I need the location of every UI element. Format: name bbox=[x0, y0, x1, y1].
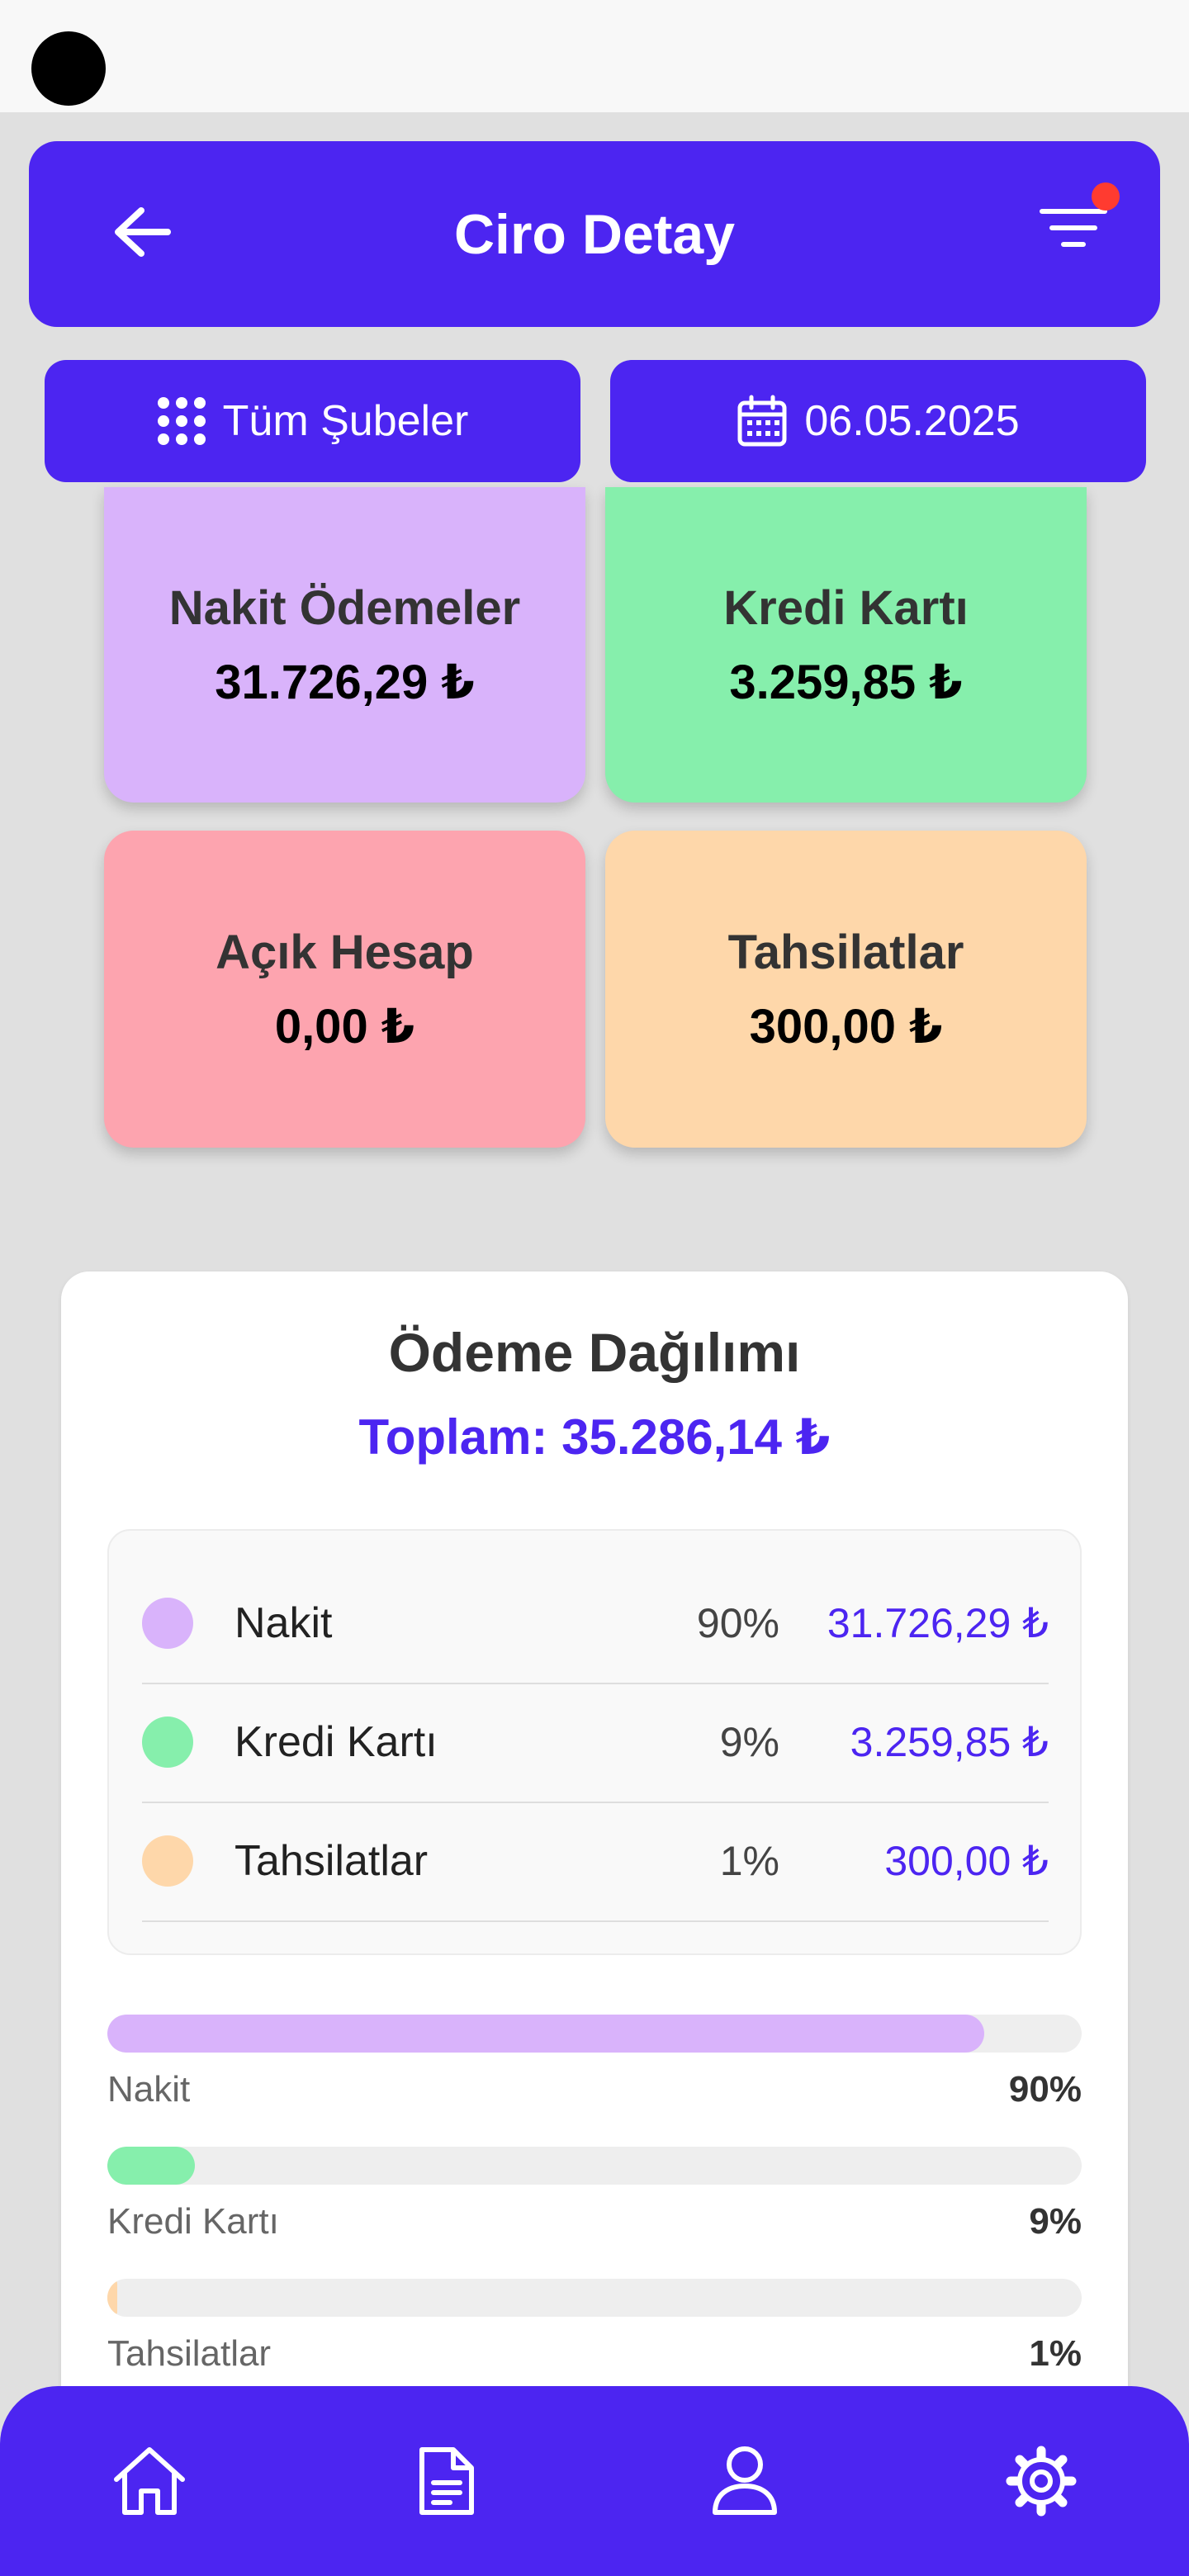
settings-icon bbox=[1006, 2446, 1077, 2517]
legend-amount: 31.726,29 ₺ bbox=[827, 1600, 1049, 1646]
date-selector[interactable]: 06.05.2025 bbox=[610, 360, 1146, 482]
legend-swatch bbox=[142, 1717, 193, 1768]
progress-label: Tahsilatlar bbox=[107, 2333, 272, 2374]
legend-name: Tahsilatlar bbox=[234, 1837, 429, 1885]
progress-fill bbox=[107, 2147, 196, 2185]
card-label: Nakit Ödemeler bbox=[168, 580, 521, 635]
card-value: 3.259,85 ₺ bbox=[729, 655, 963, 709]
nav-home[interactable] bbox=[104, 2436, 195, 2526]
distribution-legend: Nakit 90% 31.726,29 ₺ Kredi Kartı 9% 3.2… bbox=[107, 1529, 1082, 1955]
legend-swatch bbox=[142, 1835, 193, 1887]
nav-documents[interactable] bbox=[401, 2436, 492, 2526]
progress-label: Kredi Kartı bbox=[107, 2201, 279, 2242]
filter-icon bbox=[1040, 209, 1107, 247]
legend-percent: 90% bbox=[696, 1600, 779, 1646]
app-header: Ciro Detay bbox=[29, 141, 1160, 327]
cash-payments-card[interactable]: Nakit Ödemeler 31.726,29 ₺ bbox=[104, 487, 585, 803]
document-icon bbox=[419, 2447, 474, 2515]
bottom-navigation bbox=[0, 2386, 1189, 2576]
card-label: Kredi Kartı bbox=[723, 580, 969, 635]
open-account-card[interactable]: Açık Hesap 0,00 ₺ bbox=[104, 831, 585, 1148]
camera-cutout bbox=[31, 31, 106, 106]
progress-fill bbox=[107, 2015, 984, 2053]
progress-label: Nakit bbox=[107, 2069, 191, 2110]
progress-track bbox=[107, 2147, 1082, 2185]
progress-track bbox=[107, 2279, 1082, 2317]
legend-name: Kredi Kartı bbox=[234, 1718, 438, 1766]
legend-row: Tahsilatlar 1% 300,00 ₺ bbox=[142, 1802, 1049, 1922]
legend-amount: 300,00 ₺ bbox=[884, 1838, 1049, 1884]
card-label: Açık Hesap bbox=[216, 925, 474, 979]
home-icon bbox=[114, 2447, 185, 2515]
distribution-title: Ödeme Dağılımı bbox=[388, 1322, 801, 1383]
legend-swatch bbox=[142, 1598, 193, 1649]
card-value: 300,00 ₺ bbox=[749, 999, 943, 1054]
legend-percent: 1% bbox=[719, 1838, 779, 1884]
progress-percent: 90% bbox=[1008, 2069, 1082, 2110]
page-title: Ciro Detay bbox=[453, 202, 736, 266]
grid-dots-icon bbox=[157, 397, 206, 445]
calendar-icon bbox=[737, 395, 787, 447]
card-value: 31.726,29 ₺ bbox=[215, 655, 475, 709]
progress-percent: 9% bbox=[1029, 2201, 1082, 2242]
progress-fill bbox=[107, 2279, 117, 2317]
branch-selector[interactable]: Tüm Şubeler bbox=[45, 360, 580, 482]
user-icon bbox=[713, 2446, 777, 2515]
payment-distribution-panel: Ödeme Dağılımı Toplam: 35.286,14 ₺ Nakit… bbox=[61, 1271, 1128, 2444]
nav-profile[interactable] bbox=[699, 2436, 790, 2526]
progress-track bbox=[107, 2015, 1082, 2053]
legend-row: Nakit 90% 31.726,29 ₺ bbox=[142, 1564, 1049, 1684]
card-label: Tahsilatlar bbox=[727, 925, 964, 979]
distribution-total: Toplam: 35.286,14 ₺ bbox=[358, 1409, 831, 1465]
legend-percent: 9% bbox=[719, 1719, 779, 1765]
date-label: 06.05.2025 bbox=[804, 397, 1020, 445]
credit-card-card[interactable]: Kredi Kartı 3.259,85 ₺ bbox=[605, 487, 1087, 803]
progress-percent: 1% bbox=[1029, 2333, 1082, 2374]
collections-card[interactable]: Tahsilatlar 300,00 ₺ bbox=[605, 831, 1087, 1148]
status-bar bbox=[0, 0, 1189, 112]
legend-amount: 3.259,85 ₺ bbox=[850, 1719, 1049, 1765]
legend-row: Kredi Kartı 9% 3.259,85 ₺ bbox=[142, 1683, 1049, 1803]
card-value: 0,00 ₺ bbox=[274, 999, 415, 1054]
notification-dot bbox=[1092, 182, 1120, 211]
nav-settings[interactable] bbox=[996, 2436, 1087, 2526]
branch-label: Tüm Şubeler bbox=[222, 397, 469, 445]
legend-name: Nakit bbox=[234, 1599, 333, 1647]
